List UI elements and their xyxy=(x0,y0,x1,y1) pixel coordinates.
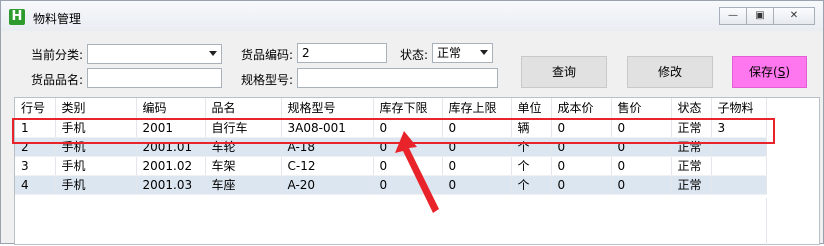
column-header[interactable]: 库存上限 xyxy=(442,98,512,119)
table-cell[interactable]: 2001 xyxy=(136,118,206,138)
table-cell[interactable]: A-18 xyxy=(281,137,374,157)
material-table[interactable]: 行号 类别 编码 品名 规格型号 库存下限 库存上限 单位 成本价 售价 状态 … xyxy=(14,97,821,246)
table-cell[interactable]: 0 xyxy=(373,175,443,195)
spec-label: 规格型号: xyxy=(241,73,294,87)
table-cell[interactable]: 0 xyxy=(442,156,512,176)
material-table-grid: 行号 类别 编码 品名 规格型号 库存下限 库存上限 单位 成本价 售价 状态 … xyxy=(15,98,767,195)
table-row[interactable]: 4 手机 2001.03 车座 A-20 0 0 个 0 0 正常 xyxy=(15,175,767,195)
column-header[interactable]: 子物料 xyxy=(711,98,767,119)
table-cell[interactable]: 3 xyxy=(711,118,767,138)
spec-input[interactable] xyxy=(297,68,498,88)
query-button[interactable]: 查询 xyxy=(521,56,607,88)
table-cell[interactable]: 3 xyxy=(15,156,56,176)
window-controls: — ▣ ✕ xyxy=(719,7,815,25)
window-title: 物料管理 xyxy=(33,12,82,26)
table-cell[interactable]: 4 xyxy=(15,175,56,195)
table-cell[interactable]: 0 xyxy=(442,118,512,138)
code-label: 货品编码: xyxy=(241,48,294,62)
table-cell[interactable]: 个 xyxy=(511,175,552,195)
table-cell[interactable]: 车轮 xyxy=(205,137,282,157)
column-header[interactable]: 售价 xyxy=(611,98,672,119)
table-cell[interactable] xyxy=(711,175,767,195)
table-cell[interactable]: 自行车 xyxy=(205,118,282,138)
table-cell[interactable]: 手机 xyxy=(55,118,137,138)
table-cell[interactable]: A-20 xyxy=(281,175,374,195)
table-cell[interactable]: 2001.03 xyxy=(136,175,206,195)
table-cell[interactable]: 0 xyxy=(373,118,443,138)
name-input[interactable] xyxy=(87,68,222,88)
table-cell[interactable]: 0 xyxy=(611,137,672,157)
table-cell[interactable] xyxy=(711,137,767,157)
table-cell[interactable]: 正常 xyxy=(671,156,712,176)
chevron-down-icon xyxy=(480,50,488,55)
table-cell[interactable]: 车架 xyxy=(205,156,282,176)
table-cell[interactable]: 正常 xyxy=(671,175,712,195)
table-cell[interactable]: 0 xyxy=(611,156,672,176)
table-cell[interactable]: 正常 xyxy=(671,137,712,157)
status-select-value: 正常 xyxy=(437,46,462,60)
column-header[interactable]: 类别 xyxy=(55,98,137,119)
table-cell[interactable]: 手机 xyxy=(55,156,137,176)
table-cell[interactable] xyxy=(711,156,767,176)
table-cell[interactable]: 手机 xyxy=(55,137,137,157)
table-cell[interactable]: 1 xyxy=(15,118,56,138)
column-header[interactable]: 行号 xyxy=(15,98,56,119)
status-select[interactable]: 正常 xyxy=(432,43,493,63)
save-button[interactable]: 保存(S) xyxy=(732,56,807,88)
table-header-row: 行号 类别 编码 品名 规格型号 库存下限 库存上限 单位 成本价 售价 状态 … xyxy=(15,98,767,119)
table-cell[interactable]: 0 xyxy=(442,175,512,195)
column-header[interactable]: 成本价 xyxy=(551,98,612,119)
table-cell[interactable]: 2 xyxy=(15,137,56,157)
table-row[interactable]: 3 手机 2001.02 车架 C-12 0 0 个 0 0 正常 xyxy=(15,156,767,176)
table-cell[interactable]: 0 xyxy=(551,118,612,138)
save-button-label-end: ) xyxy=(785,65,790,79)
column-header[interactable]: 库存下限 xyxy=(373,98,443,119)
table-cell[interactable]: 0 xyxy=(551,137,612,157)
close-icon[interactable]: ✕ xyxy=(773,7,815,25)
table-cell[interactable]: 0 xyxy=(442,137,512,157)
status-label: 状态: xyxy=(400,48,429,62)
name-label: 货品品名: xyxy=(31,73,84,87)
column-header[interactable]: 规格型号 xyxy=(281,98,374,119)
table-cell[interactable]: 0 xyxy=(551,156,612,176)
table-row[interactable]: 1 手机 2001 自行车 3A08-001 0 0 辆 0 0 正常 3 xyxy=(15,118,767,138)
table-cell[interactable]: 辆 xyxy=(511,118,552,138)
table-cell[interactable]: 2001.02 xyxy=(136,156,206,176)
app-logo-icon: H xyxy=(9,9,25,25)
code-input[interactable]: 2 xyxy=(297,43,387,63)
table-cell[interactable]: 0 xyxy=(373,137,443,157)
category-label: 当前分类: xyxy=(31,48,84,62)
table-cell[interactable]: 车座 xyxy=(205,175,282,195)
table-cell[interactable]: 手机 xyxy=(55,175,137,195)
table-cell[interactable]: 0 xyxy=(611,175,672,195)
title-bar: H 物料管理 — ▣ ✕ xyxy=(1,1,823,31)
table-cell[interactable]: 0 xyxy=(373,156,443,176)
table-cell[interactable]: 个 xyxy=(511,156,552,176)
maximize-icon[interactable]: ▣ xyxy=(746,7,774,25)
table-cell[interactable]: 0 xyxy=(551,175,612,195)
category-select[interactable] xyxy=(87,44,222,64)
filter-form: 当前分类: 货品编码: 2 状态: 正常 货品品名: 规格型号: 查询 修改 保… xyxy=(1,31,823,95)
table-cell[interactable]: 个 xyxy=(511,137,552,157)
table-cell[interactable]: C-12 xyxy=(281,156,374,176)
chevron-down-icon xyxy=(209,51,217,56)
save-button-label: 保存( xyxy=(749,65,778,79)
edit-button[interactable]: 修改 xyxy=(627,56,713,88)
table-cell[interactable]: 正常 xyxy=(671,118,712,138)
table-cell[interactable]: 3A08-001 xyxy=(281,118,374,138)
empty-grid-area xyxy=(15,198,821,246)
column-header[interactable]: 编码 xyxy=(136,98,206,119)
table-row[interactable]: 2 手机 2001.01 车轮 A-18 0 0 个 0 0 正常 xyxy=(15,137,767,157)
column-header[interactable]: 状态 xyxy=(671,98,712,119)
column-header[interactable]: 品名 xyxy=(205,98,282,119)
material-management-window: H 物料管理 — ▣ ✕ 当前分类: 货品编码: 2 状态: 正常 货品品名: … xyxy=(0,0,824,246)
column-header[interactable]: 单位 xyxy=(511,98,552,119)
table-cell[interactable]: 2001.01 xyxy=(136,137,206,157)
table-cell[interactable]: 0 xyxy=(611,118,672,138)
minimize-icon[interactable]: — xyxy=(719,7,747,25)
